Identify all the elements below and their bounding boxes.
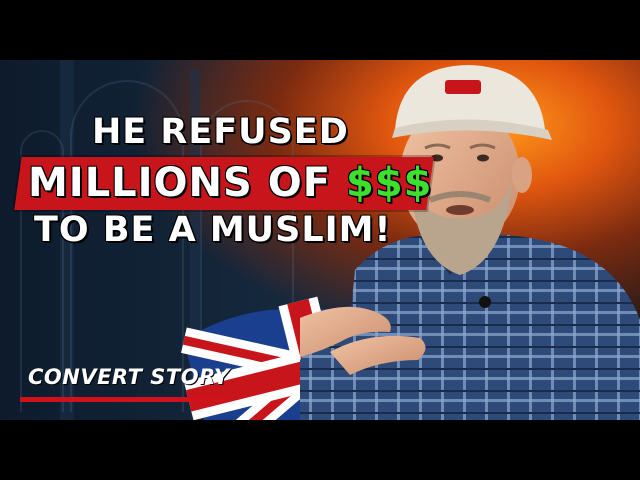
headline-line-3: TO BE A MUSLIM! [34, 210, 392, 250]
headline-line-1: HE REFUSED [92, 112, 349, 152]
video-thumbnail[interactable]: HE REFUSED MILLIONS OF $$$ TO BE A MUSLI… [0, 0, 640, 480]
letterbox-top [0, 0, 640, 60]
convert-story-underline [20, 397, 228, 402]
convert-story-label: CONVERT STORY [28, 365, 230, 389]
letterbox-bottom [0, 420, 640, 480]
dollar-signs: $$$ [346, 160, 433, 206]
headline: HE REFUSED MILLIONS OF $$$ TO BE A MUSLI… [0, 60, 640, 420]
headline-line-2-prefix: MILLIONS OF [28, 160, 347, 206]
headline-line-2: MILLIONS OF $$$ [28, 160, 433, 206]
